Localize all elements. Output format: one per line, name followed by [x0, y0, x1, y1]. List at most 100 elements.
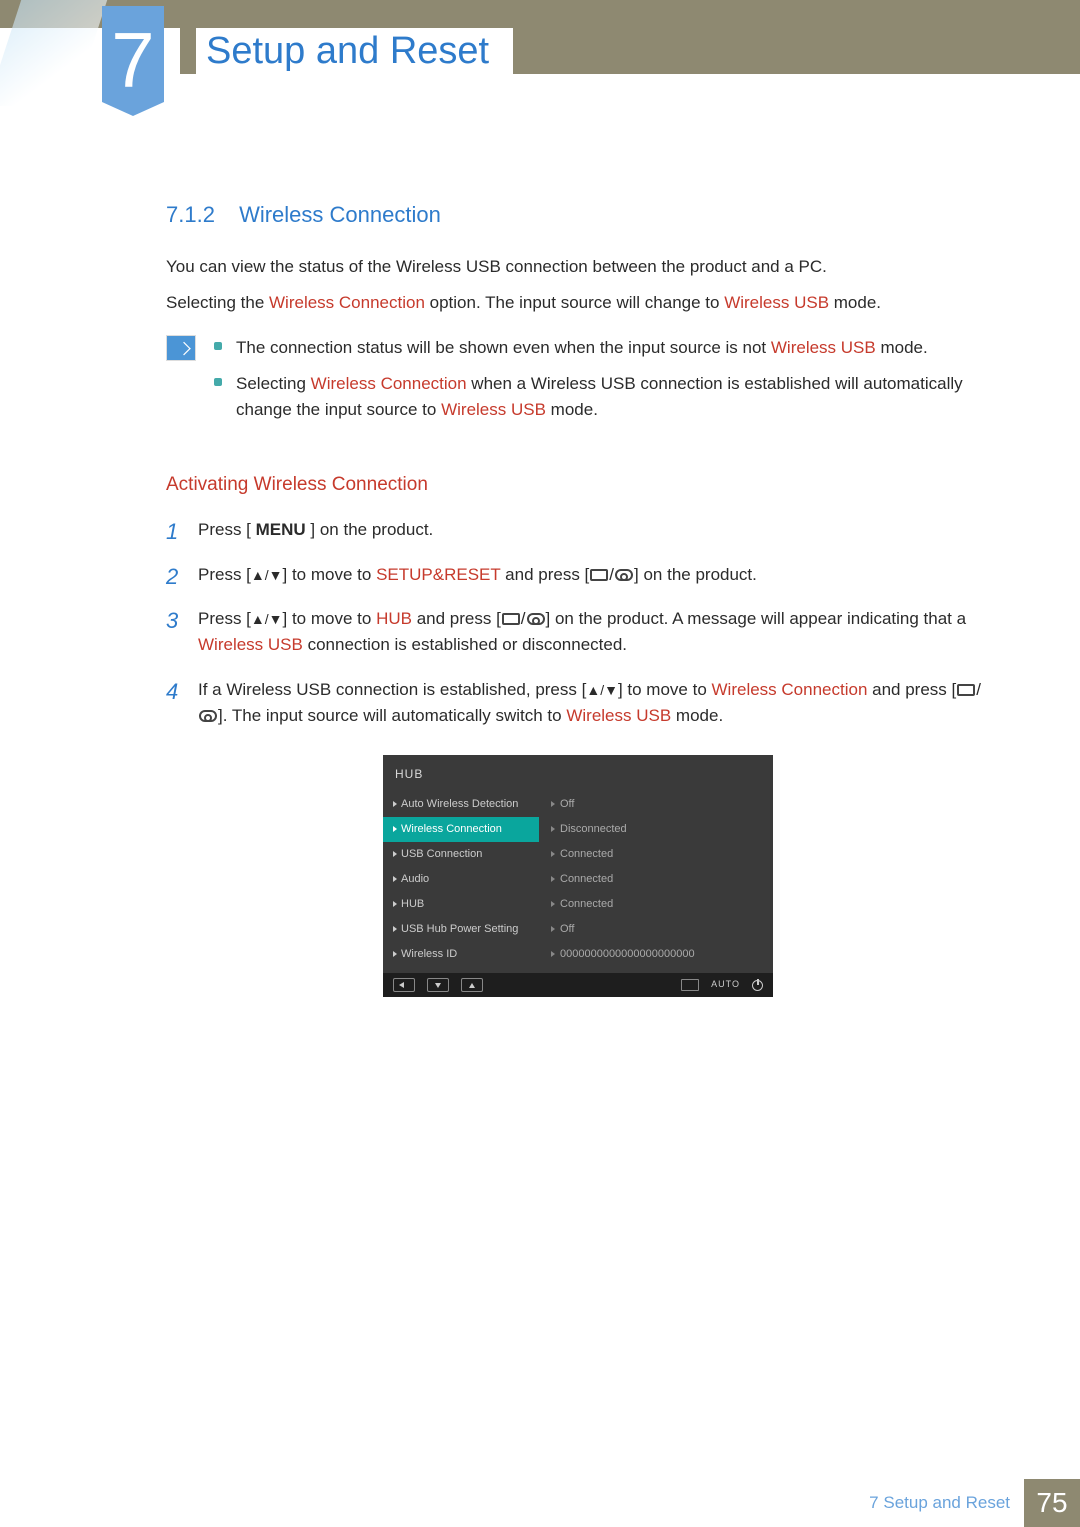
enter-icon: [615, 569, 633, 581]
up-down-icon: ▲/▼: [251, 567, 283, 583]
note-icon: [166, 335, 196, 361]
t: Wireless Connection: [269, 293, 425, 312]
osd-row: AudioConnected: [383, 867, 773, 892]
osd-menu-table: Auto Wireless DetectionOffWireless Conne…: [383, 792, 773, 967]
t: and press [: [412, 609, 501, 628]
osd-row: USB ConnectionConnected: [383, 842, 773, 867]
enter-icon: [199, 710, 217, 722]
section-number: 7.1.2: [166, 202, 215, 227]
t: Selecting the: [166, 293, 269, 312]
osd-row-label: Wireless Connection: [383, 817, 539, 842]
osd-row-label: HUB: [383, 892, 539, 917]
osd-row-value: 0000000000000000000000: [539, 942, 773, 967]
t: If a Wireless USB connection is establis…: [198, 680, 586, 699]
page-content: 7.1.2 Wireless Connection You can view t…: [0, 100, 1080, 1001]
step-item: 1 Press [ MENU ] on the product.: [166, 517, 990, 543]
step-item: 2 Press [▲/▼] to move to SETUP&RESET and…: [166, 562, 990, 588]
t: and press [: [500, 565, 589, 584]
note-block: The connection status will be shown even…: [166, 335, 990, 434]
down-button-icon: [427, 978, 449, 992]
menu-key: MENU: [256, 520, 306, 539]
osd-row-label: Audio: [383, 867, 539, 892]
t: Wireless Connection: [712, 680, 868, 699]
t: mode.: [829, 293, 881, 312]
osd-row-value: Connected: [539, 892, 773, 917]
t: connection is established or disconnecte…: [303, 635, 627, 654]
osd-footer-bar: AUTO: [383, 973, 773, 997]
step-number: 2: [166, 560, 178, 594]
subsection-heading: Activating Wireless Connection: [166, 470, 990, 499]
note-item: The connection status will be shown even…: [214, 335, 990, 361]
osd-row: HUBConnected: [383, 892, 773, 917]
up-down-icon: ▲/▼: [251, 611, 283, 627]
t: ] to move to: [618, 680, 712, 699]
up-button-icon: [461, 978, 483, 992]
t: Press [: [198, 609, 251, 628]
osd-row-label: Auto Wireless Detection: [383, 792, 539, 817]
power-icon: [752, 980, 763, 991]
t: Wireless USB: [771, 338, 876, 357]
section-title: Wireless Connection: [239, 202, 441, 227]
t: ] to move to: [283, 565, 377, 584]
enter-icon: [527, 613, 545, 625]
t: mode.: [876, 338, 928, 357]
intro-text-2: Selecting the Wireless Connection option…: [166, 290, 990, 316]
t: Selecting: [236, 374, 311, 393]
t: Wireless USB: [441, 400, 546, 419]
t: ] on the product.: [634, 565, 757, 584]
source-icon: [590, 569, 608, 581]
t: ] to move to: [283, 609, 377, 628]
source-icon: [957, 684, 975, 696]
note-item: Selecting Wireless Connection when a Wir…: [214, 371, 990, 424]
t: ] on the product.: [306, 520, 434, 539]
chapter-title: Setup and Reset: [196, 28, 513, 74]
t: mode.: [671, 706, 723, 725]
t: mode.: [546, 400, 598, 419]
step-item: 4 If a Wireless USB connection is establ…: [166, 677, 990, 730]
source-icon: [502, 613, 520, 625]
osd-row-value: Connected: [539, 867, 773, 892]
chapter-banner: 7 Setup and Reset: [0, 0, 1080, 100]
osd-row-label: USB Hub Power Setting: [383, 917, 539, 942]
back-button-icon: [393, 978, 415, 992]
step-number: 3: [166, 604, 178, 638]
osd-row-value: Disconnected: [539, 817, 773, 842]
osd-row: Wireless ConnectionDisconnected: [383, 817, 773, 842]
intro-text-1: You can view the status of the Wireless …: [166, 254, 990, 280]
t: Wireless USB: [198, 635, 303, 654]
osd-row: Wireless ID0000000000000000000000: [383, 942, 773, 967]
osd-row-value: Off: [539, 917, 773, 942]
osd-title: HUB: [383, 759, 773, 792]
chapter-number-badge: 7: [102, 6, 164, 102]
osd-row: Auto Wireless DetectionOff: [383, 792, 773, 817]
t: ] on the product. A message will appear …: [546, 609, 967, 628]
source-button-icon: [681, 979, 699, 991]
banner-decor: [0, 0, 107, 106]
step-item: 3 Press [▲/▼] to move to HUB and press […: [166, 606, 990, 659]
osd-row-value: Off: [539, 792, 773, 817]
osd-row-label: Wireless ID: [383, 942, 539, 967]
footer-crumb: 7 Setup and Reset: [869, 1493, 1024, 1513]
t: option. The input source will change to: [425, 293, 724, 312]
osd-row-label: USB Connection: [383, 842, 539, 867]
up-down-icon: ▲/▼: [586, 682, 618, 698]
osd-screenshot: HUB Auto Wireless DetectionOffWireless C…: [166, 755, 990, 1000]
osd-row: USB Hub Power SettingOff: [383, 917, 773, 942]
osd-panel: HUB Auto Wireless DetectionOffWireless C…: [383, 755, 773, 997]
osd-row-value: Connected: [539, 842, 773, 867]
t: Wireless USB: [724, 293, 829, 312]
step-number: 1: [166, 515, 178, 549]
t: HUB: [376, 609, 412, 628]
t: SETUP&RESET: [376, 565, 500, 584]
page-number-badge: 75: [1024, 1479, 1080, 1527]
t: Wireless USB: [566, 706, 671, 725]
page-footer: 7 Setup and Reset 75: [0, 1479, 1080, 1527]
t: The connection status will be shown even…: [236, 338, 771, 357]
auto-label: AUTO: [711, 978, 740, 992]
step-number: 4: [166, 675, 178, 709]
t: ]. The input source will automatically s…: [218, 706, 566, 725]
steps-list: 1 Press [ MENU ] on the product. 2 Press…: [166, 517, 990, 729]
t: Press [: [198, 565, 251, 584]
t: and press [: [867, 680, 956, 699]
t: Press [: [198, 520, 256, 539]
